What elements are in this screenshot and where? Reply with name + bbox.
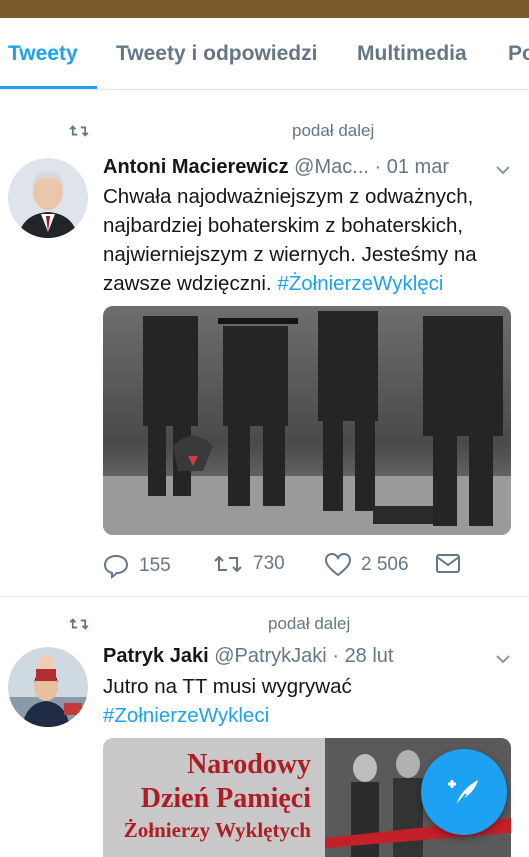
retweet-icon: [69, 618, 89, 630]
retweet-count: 730: [253, 553, 285, 574]
compose-tweet-button[interactable]: [421, 749, 507, 835]
reply-icon: [103, 554, 129, 579]
author-handle[interactable]: @Mac...: [294, 156, 369, 178]
tweet-header: Patryk Jaki @PatrykJaki · 28 lut: [103, 645, 394, 668]
banner-line: Dzień Pamięci: [140, 783, 311, 814]
reply-count: 155: [139, 555, 171, 576]
retweeter-name-redacted: [120, 619, 268, 629]
author-name[interactable]: Antoni Macierewicz: [103, 156, 289, 178]
tweet-text: Chwała najodważniejszym z odważnych, naj…: [103, 182, 523, 298]
retweet-icon: [214, 555, 242, 573]
tweet-date[interactable]: 01 mar: [387, 156, 449, 178]
tab-likes[interactable]: Po: [508, 42, 529, 66]
author-name[interactable]: Patryk Jaki: [103, 645, 209, 667]
envelope-icon: [436, 554, 460, 573]
like-button[interactable]: 2 506: [325, 553, 409, 577]
active-tab-indicator: [0, 86, 97, 89]
retweet-indicator: podał dalej: [68, 613, 350, 635]
tweet-text: Jutro na TT musi wygrywać #ZołnierzeWykl…: [103, 672, 523, 730]
tweet-date[interactable]: 28 lut: [345, 645, 394, 667]
profile-tabs: Tweety Tweety i odpowiedzi Multimedia Po: [0, 18, 529, 90]
tab-tweets[interactable]: Tweety: [8, 42, 78, 66]
retweeter-name-redacted: [120, 126, 292, 136]
chevron-down-icon[interactable]: [495, 162, 511, 178]
tweet-card[interactable]: podał dalej Antoni Macierewicz @Mac... ·…: [0, 104, 529, 597]
separator: ·: [332, 645, 339, 667]
hashtag-link[interactable]: #ŻołnierzeWyklęci: [277, 272, 443, 295]
banner-text: Narodowy Dzień Pamięci Żołnierzy Wyklęty…: [103, 748, 325, 844]
tab-media[interactable]: Multimedia: [357, 42, 467, 66]
author-handle[interactable]: @PatrykJaki: [214, 645, 327, 667]
compose-feather-icon: [448, 780, 478, 807]
like-count: 2 506: [361, 554, 409, 575]
retweet-label: podał dalej: [292, 121, 375, 140]
hashtag-link[interactable]: #ZołnierzeWykleci: [103, 701, 523, 730]
direct-message-button[interactable]: [435, 553, 471, 575]
tweet-header: Antoni Macierewicz @Mac... · 01 mar: [103, 156, 449, 179]
heart-icon: [325, 553, 351, 577]
avatar[interactable]: [8, 158, 88, 238]
tab-tweets-and-replies[interactable]: Tweety i odpowiedzi: [116, 42, 317, 66]
avatar[interactable]: [8, 647, 88, 727]
retweet-button[interactable]: 730: [213, 553, 285, 575]
tweet-text-content: Jutro na TT musi wygrywać: [103, 675, 352, 698]
separator: ·: [374, 156, 382, 178]
banner-line: Narodowy: [187, 749, 311, 780]
banner-line: Żołnierzy Wyklętych: [123, 818, 311, 842]
retweet-indicator: podał dalej: [68, 120, 374, 142]
chevron-down-icon[interactable]: [495, 651, 511, 667]
reply-button[interactable]: 155: [103, 553, 171, 579]
retweet-icon: [69, 125, 89, 137]
retweet-label: podał dalej: [268, 614, 351, 633]
tweet-photo[interactable]: [103, 306, 511, 535]
status-bar: [0, 0, 529, 18]
